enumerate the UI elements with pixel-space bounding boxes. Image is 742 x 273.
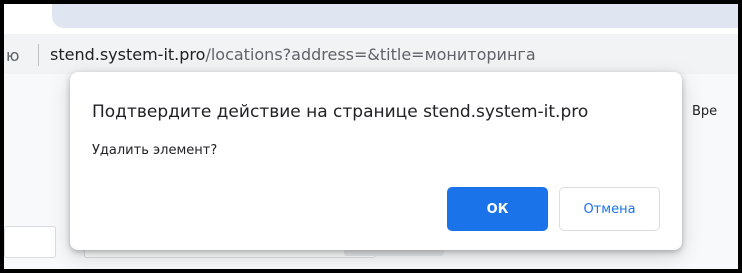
address-bar[interactable]: ю stend.system-it.pro/locations?address=… xyxy=(4,34,738,74)
dialog-message: Удалить элемент? xyxy=(92,143,218,158)
browser-window: ю stend.system-it.pro/locations?address=… xyxy=(4,4,738,269)
url-path: /locations?address=&title=мониторинга xyxy=(205,45,536,64)
page-input-1[interactable] xyxy=(4,226,56,258)
address-bar-prefix: ю xyxy=(6,46,20,65)
url-host: stend.system-it.pro xyxy=(50,45,206,64)
address-bar-divider xyxy=(38,44,39,66)
url-text[interactable]: stend.system-it.pro/locations?address=&t… xyxy=(50,45,536,64)
ok-button[interactable]: ОК xyxy=(447,187,548,231)
confirm-dialog: Подтвердите действие на странице stend.s… xyxy=(70,72,682,250)
page-header-fragment-2[interactable]: Вре xyxy=(692,104,717,119)
tab-strip-background xyxy=(52,4,738,28)
cancel-button[interactable]: Отмена xyxy=(559,187,660,231)
tab-strip xyxy=(4,4,738,34)
dialog-title: Подтвердите действие на странице stend.s… xyxy=(92,102,589,122)
